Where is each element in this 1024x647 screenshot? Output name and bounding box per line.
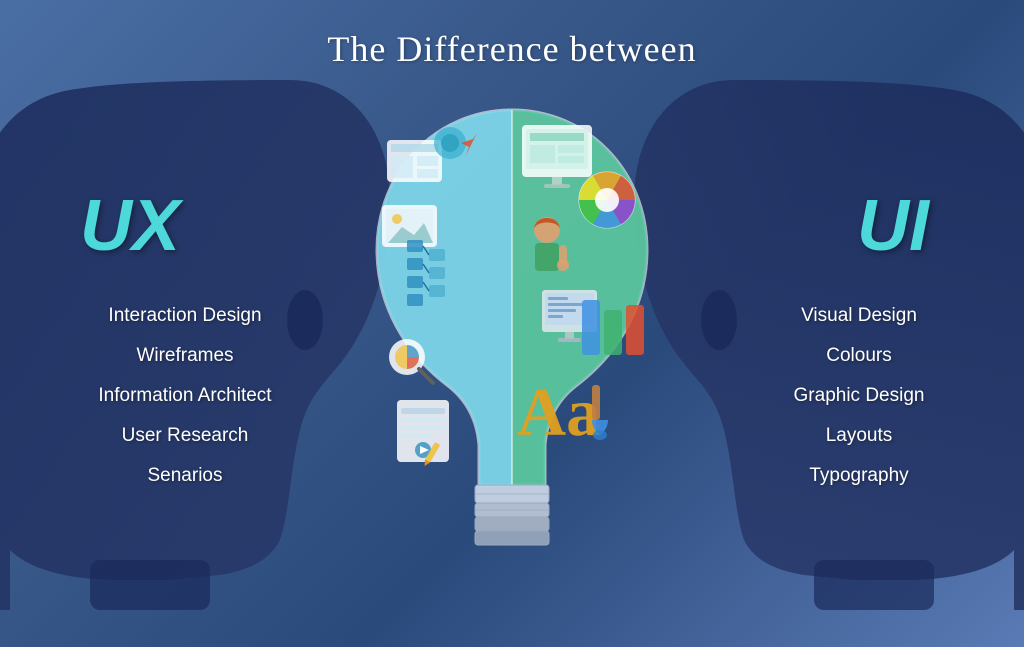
ui-item-3: Graphic Design: [749, 385, 969, 407]
ui-item-5: Typography: [749, 465, 969, 487]
ux-item-3: Information Architect: [60, 385, 310, 407]
ui-items-list: Visual Design Colours Graphic Design Lay…: [749, 305, 969, 487]
ux-items-list: Interaction Design Wireframes Informatio…: [60, 305, 310, 487]
ux-item-2: Wireframes: [60, 345, 310, 367]
svg-text:Aa: Aa: [517, 374, 600, 450]
ui-label: UI: [857, 185, 929, 267]
ui-item-2: Colours: [749, 345, 969, 367]
ux-label: UX: [80, 185, 180, 267]
ui-item-1: Visual Design: [749, 305, 969, 327]
ux-item-1: Interaction Design: [60, 305, 310, 327]
light-bulb: Aa: [357, 95, 667, 585]
ux-item-5: Senarios: [60, 465, 310, 487]
ux-item-4: User Research: [60, 425, 310, 447]
ui-item-4: Layouts: [749, 425, 969, 447]
